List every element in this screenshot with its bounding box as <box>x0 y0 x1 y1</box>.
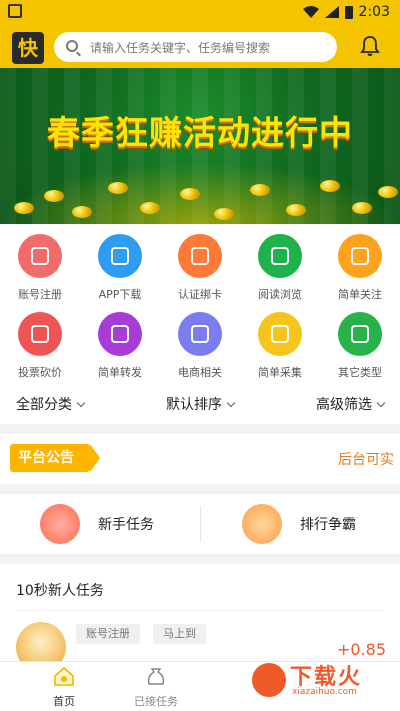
image-notification-icon <box>8 4 22 18</box>
category-item[interactable]: 简单采集 <box>240 306 320 382</box>
coin-icon <box>378 186 398 198</box>
signal-icon <box>324 6 339 18</box>
quick-entries: 新手任务 排行争霸 <box>0 494 400 554</box>
category-item[interactable]: 其它类型 <box>320 306 400 382</box>
category-label: 账号注册 <box>18 288 62 301</box>
wifi-icon <box>302 6 319 18</box>
category-label: 简单关注 <box>338 288 382 301</box>
coin-icon <box>214 208 234 220</box>
chevron-down-icon <box>376 398 386 407</box>
tab-accepted-tasks[interactable]: 已接任务 <box>126 666 186 709</box>
category-label: 其它类型 <box>338 366 382 379</box>
category-item[interactable]: 简单转发 <box>80 306 160 382</box>
apps-icon <box>338 312 382 356</box>
category-item[interactable]: 账号注册 <box>0 228 80 304</box>
coin-icon <box>72 206 92 218</box>
tab-home[interactable]: 首页 <box>34 666 94 709</box>
search-placeholder: 请输入任务关键字、任务编号搜索 <box>90 41 271 55</box>
category-item[interactable]: 简单关注 <box>320 228 400 304</box>
chevron-down-icon <box>76 398 86 407</box>
checklist-icon <box>258 312 302 356</box>
category-item[interactable]: 投票砍价 <box>0 306 80 382</box>
category-filter-label: 全部分类 <box>16 397 72 413</box>
fire-logo-icon <box>252 663 286 697</box>
sort-filter-label: 默认排序 <box>166 397 222 413</box>
add-user-icon <box>338 234 382 278</box>
advanced-filter-label: 高级筛选 <box>316 397 372 413</box>
top-header: 快 请输入任务关键字、任务编号搜索 <box>0 24 400 68</box>
app-logo: 快 <box>12 32 44 64</box>
tab-home-label: 首页 <box>53 695 75 708</box>
category-grid: 账号注册 APP下载 认证绑卡 阅读浏览 简单关注 投票砍价 简单转发 电商相关… <box>0 224 400 384</box>
tab-accepted-label: 已接任务 <box>134 695 178 708</box>
task-tag: 账号注册 <box>76 624 140 644</box>
coin-icon <box>286 204 306 216</box>
coin-icon <box>180 188 200 200</box>
announcement-bar[interactable]: 平台公告 后台可实 <box>0 434 400 484</box>
category-label: 认证绑卡 <box>178 288 222 301</box>
sort-filter[interactable]: 默认排序 <box>166 394 236 414</box>
divider <box>16 610 384 611</box>
home-icon <box>54 666 74 686</box>
watermark-url: xiazaihuo.com <box>292 687 357 697</box>
shopping-bag-icon <box>178 312 222 356</box>
search-icon <box>66 40 78 52</box>
bottom-tab-bar: 首页 已接任务 下载火 xiazaihuo.com <box>0 661 400 711</box>
coin-icon <box>44 190 64 202</box>
ranking-label: 排行争霸 <box>300 517 356 533</box>
coin-icon <box>14 202 34 214</box>
vote-icon <box>18 312 62 356</box>
coins-decoration <box>0 162 400 224</box>
category-filter[interactable]: 全部分类 <box>16 394 86 414</box>
announcement-text: 后台可实 <box>338 452 394 468</box>
watermark-logo: 下载火 xiazaihuo.com <box>252 657 392 705</box>
money-bag-icon <box>147 668 165 685</box>
category-label: 简单采集 <box>258 366 302 379</box>
promo-banner[interactable]: 春季狂赚活动进行中 <box>0 68 400 224</box>
category-item[interactable]: 阅读浏览 <box>240 228 320 304</box>
new-task-icon <box>40 504 80 544</box>
category-label: 电商相关 <box>178 366 222 379</box>
ranking-button[interactable]: 排行争霸 <box>242 504 356 544</box>
chevron-down-icon <box>226 398 236 407</box>
new-task-label: 新手任务 <box>98 517 154 533</box>
search-input[interactable]: 请输入任务关键字、任务编号搜索 <box>54 32 337 62</box>
card-icon <box>178 234 222 278</box>
announcement-badge: 平台公告 <box>10 444 100 472</box>
category-label: 阅读浏览 <box>258 288 302 301</box>
battery-icon <box>344 6 353 19</box>
category-label: 投票砍价 <box>18 366 62 379</box>
coin-icon <box>108 182 128 194</box>
banner-title: 春季狂赚活动进行中 <box>47 113 353 152</box>
coin-icon <box>140 202 160 214</box>
new-task-button[interactable]: 新手任务 <box>40 504 154 544</box>
status-bar: 2:03 <box>0 0 400 24</box>
coin-icon <box>352 202 372 214</box>
category-item[interactable]: 电商相关 <box>160 306 240 382</box>
category-item[interactable]: APP下载 <box>80 228 160 304</box>
advanced-filter[interactable]: 高级筛选 <box>316 394 386 414</box>
coin-icon <box>250 184 270 196</box>
clock: 2:03 <box>358 4 390 20</box>
share-icon <box>98 312 142 356</box>
user-icon <box>18 234 62 278</box>
category-label: 简单转发 <box>98 366 142 379</box>
filter-bar: 全部分类 默认排序 高级筛选 <box>0 384 400 424</box>
download-icon <box>98 234 142 278</box>
task-section: 10秒新人任务 账号注册 马上到 +0.85 <box>0 564 400 672</box>
ranking-icon <box>242 504 282 544</box>
task-tag: 马上到 <box>153 624 206 644</box>
book-icon <box>258 234 302 278</box>
category-label: APP下载 <box>98 288 142 301</box>
coin-icon <box>320 180 340 192</box>
category-item[interactable]: 认证绑卡 <box>160 228 240 304</box>
section-title: 10秒新人任务 <box>16 583 104 599</box>
divider <box>200 506 201 542</box>
bell-icon[interactable] <box>358 34 382 58</box>
